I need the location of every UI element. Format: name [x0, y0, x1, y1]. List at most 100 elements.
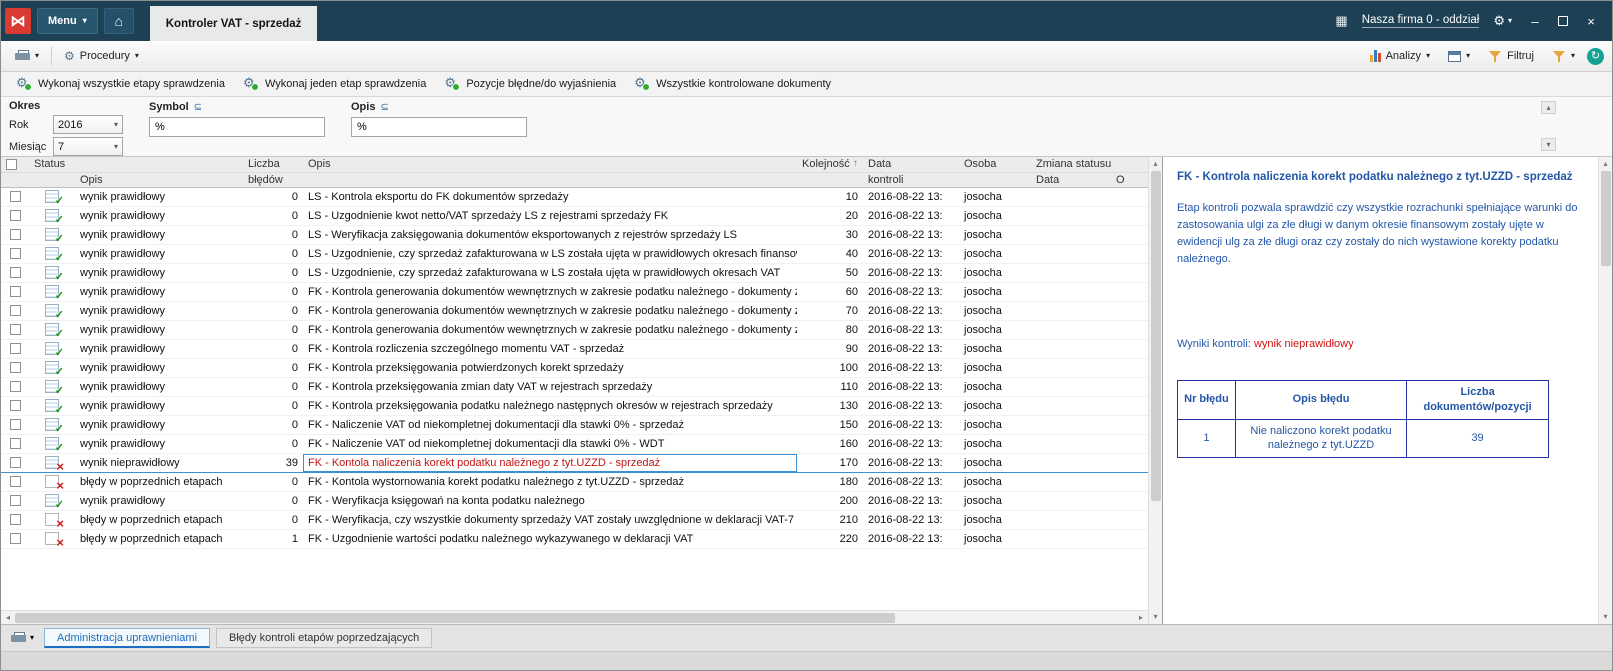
- filter-operator-icon[interactable]: ⊆: [380, 102, 388, 113]
- print-button[interactable]: ▾: [9, 47, 45, 65]
- zmiana-osoba-cell: [1111, 472, 1150, 492]
- table-row[interactable]: błędy w poprzednich etapach 1 FK - Uzgod…: [1, 529, 1150, 549]
- row-checkbox[interactable]: [9, 419, 21, 431]
- scroll-up-icon[interactable]: ▴: [1599, 157, 1613, 171]
- table-row[interactable]: błędy w poprzednich etapach 0 FK - Konto…: [1, 472, 1150, 492]
- scroll-up-icon[interactable]: ▴: [1541, 101, 1556, 114]
- table-row[interactable]: wynik prawidłowy 0 FK - Kontrola generow…: [1, 282, 1150, 302]
- error-positions-button[interactable]: Pozycje błędne/do wyjaśnienia: [435, 75, 625, 93]
- row-checkbox[interactable]: [9, 267, 21, 279]
- col-zmiana-statusu[interactable]: Zmiana statusu: [1031, 157, 1150, 173]
- filtruj-button[interactable]: Filtruj: [1482, 47, 1540, 66]
- procedury-button[interactable]: ⚙ Procedury ▾: [58, 46, 145, 66]
- row-checkbox[interactable]: [9, 533, 21, 545]
- col-status[interactable]: Status: [29, 157, 243, 173]
- scroll-down-icon[interactable]: ▾: [1149, 610, 1163, 624]
- col-kolejnosc[interactable]: Kolejność ↑: [797, 157, 863, 173]
- table-row[interactable]: wynik prawidłowy 0 FK - Kontrola przeksi…: [1, 396, 1150, 416]
- osoba-cell: josocha: [959, 434, 1031, 454]
- company-selector[interactable]: Nasza firma 0 - oddział: [1361, 14, 1480, 28]
- row-checkbox[interactable]: [9, 229, 21, 241]
- col-zmiana-data[interactable]: Data: [1031, 172, 1111, 188]
- filter-operator-icon[interactable]: ⊆: [194, 102, 202, 113]
- row-checkbox[interactable]: [9, 362, 21, 374]
- rok-select[interactable]: 2016 ▾: [53, 115, 123, 134]
- col-data-kontroli[interactable]: Data: [863, 157, 959, 173]
- row-checkbox[interactable]: [9, 343, 21, 355]
- row-checkbox[interactable]: [9, 305, 21, 317]
- row-checkbox[interactable]: [9, 438, 21, 450]
- views-button[interactable]: ▾: [1442, 48, 1476, 65]
- minimize-button[interactable]: –: [1526, 14, 1544, 29]
- table-vertical-scrollbar[interactable]: ▴ ▾: [1148, 157, 1162, 624]
- table-row[interactable]: wynik prawidłowy 0 FK - Kontrola przeksi…: [1, 377, 1150, 397]
- symbol-input[interactable]: [149, 117, 325, 137]
- row-checkbox[interactable]: [9, 286, 21, 298]
- vscroll-thumb[interactable]: [1600, 171, 1611, 266]
- table-row[interactable]: wynik prawidłowy 0 FK - Naliczenie VAT o…: [1, 434, 1150, 454]
- table-row[interactable]: wynik prawidłowy 0 FK - Naliczenie VAT o…: [1, 415, 1150, 435]
- row-checkbox[interactable]: [9, 457, 21, 469]
- row-checkbox[interactable]: [9, 400, 21, 412]
- table-row[interactable]: wynik nieprawidłowy 39 FK - Kontola nali…: [1, 452, 1150, 473]
- row-checkbox[interactable]: [9, 324, 21, 336]
- table-row[interactable]: wynik prawidłowy 0 LS - Weryfikacja zaks…: [1, 225, 1150, 245]
- refresh-icon[interactable]: ↻: [1587, 47, 1604, 65]
- tab-administracja-uprawnieniami[interactable]: Administracja uprawnieniami: [44, 628, 211, 648]
- table-row[interactable]: wynik prawidłowy 0 FK - Kontrola przeksi…: [1, 358, 1150, 378]
- row-checkbox[interactable]: [9, 248, 21, 260]
- table-row[interactable]: wynik prawidłowy 0 FK - Weryfikacja księ…: [1, 491, 1150, 511]
- scroll-down-icon[interactable]: ▾: [1599, 610, 1613, 624]
- run-one-step-button[interactable]: Wykonaj jeden etap sprawdzenia: [234, 75, 435, 93]
- menu-button[interactable]: Menu ▾: [37, 8, 98, 34]
- close-button[interactable]: ×: [1582, 14, 1600, 29]
- report-button[interactable]: ▾: [7, 630, 38, 646]
- row-checkbox[interactable]: [9, 514, 21, 526]
- select-all-checkbox[interactable]: [6, 158, 17, 170]
- hscroll-thumb[interactable]: [15, 612, 895, 623]
- col-osoba[interactable]: Osoba: [959, 157, 1031, 173]
- filter-options-button[interactable]: ▾: [1546, 47, 1581, 66]
- opis-input[interactable]: [351, 117, 527, 137]
- detail-vertical-scrollbar[interactable]: ▴ ▾: [1598, 157, 1612, 624]
- home-button[interactable]: ⌂: [103, 8, 134, 34]
- table-row[interactable]: wynik prawidłowy 0 LS - Uzgodnienie, czy…: [1, 263, 1150, 283]
- row-checkbox[interactable]: [9, 191, 21, 203]
- scroll-up-icon[interactable]: ▴: [1149, 157, 1163, 171]
- analizy-button[interactable]: Analizy ▾: [1364, 47, 1436, 65]
- run-all-steps-button[interactable]: Wykonaj wszystkie etapy sprawdzenia: [7, 75, 234, 93]
- settings-button[interactable]: ⚙ ▾: [1493, 13, 1512, 29]
- row-checkbox[interactable]: [9, 495, 21, 507]
- horizontal-scrollbar[interactable]: ◂ ▸: [1, 610, 1148, 624]
- col-opis[interactable]: Opis: [303, 157, 797, 173]
- scroll-right-icon[interactable]: ▸: [1134, 611, 1148, 625]
- kolejnosc-cell: 180: [797, 472, 863, 492]
- scroll-left-icon[interactable]: ◂: [1, 611, 15, 625]
- scroll-down-icon[interactable]: ▾: [1541, 138, 1556, 151]
- vscroll-thumb[interactable]: [1150, 171, 1161, 501]
- row-checkbox[interactable]: [9, 210, 21, 222]
- apps-grid-icon[interactable]: ▦: [1335, 13, 1347, 29]
- zmiana-osoba-cell: [1111, 282, 1150, 302]
- osoba-cell: josocha: [959, 377, 1031, 397]
- result-value: wynik nieprawidłowy: [1253, 337, 1354, 350]
- maximize-button[interactable]: [1558, 16, 1568, 26]
- table-row[interactable]: wynik prawidłowy 0 FK - Kontrola generow…: [1, 301, 1150, 321]
- col-zmiana-osoba[interactable]: O: [1111, 172, 1150, 188]
- table-row[interactable]: wynik prawidłowy 0 FK - Kontrola generow…: [1, 320, 1150, 340]
- row-checkbox[interactable]: [9, 381, 21, 393]
- miesiac-select[interactable]: 7 ▾: [53, 137, 123, 156]
- col-status-opis[interactable]: Opis: [75, 172, 243, 188]
- tab-bledy-kontroli-etapow[interactable]: Błędy kontroli etapów poprzedzających: [216, 628, 433, 648]
- row-checkbox[interactable]: [9, 476, 21, 488]
- tab-kontroler-vat-sprzedaz[interactable]: Kontroler VAT - sprzedaż: [149, 6, 318, 41]
- all-documents-button[interactable]: Wszystkie kontrolowane dokumenty: [625, 75, 840, 93]
- zmiana-osoba-cell: [1111, 452, 1150, 473]
- table-row[interactable]: błędy w poprzednich etapach 0 FK - Weryf…: [1, 510, 1150, 530]
- chevron-down-icon: ▾: [82, 16, 87, 25]
- col-liczba-bledow[interactable]: Liczba: [243, 157, 303, 173]
- table-row[interactable]: wynik prawidłowy 0 FK - Kontrola rozlicz…: [1, 339, 1150, 359]
- table-row[interactable]: wynik prawidłowy 0 LS - Kontrola eksport…: [1, 187, 1150, 207]
- table-row[interactable]: wynik prawidłowy 0 LS - Uzgodnienie, czy…: [1, 244, 1150, 264]
- table-row[interactable]: wynik prawidłowy 0 LS - Uzgodnienie kwot…: [1, 206, 1150, 226]
